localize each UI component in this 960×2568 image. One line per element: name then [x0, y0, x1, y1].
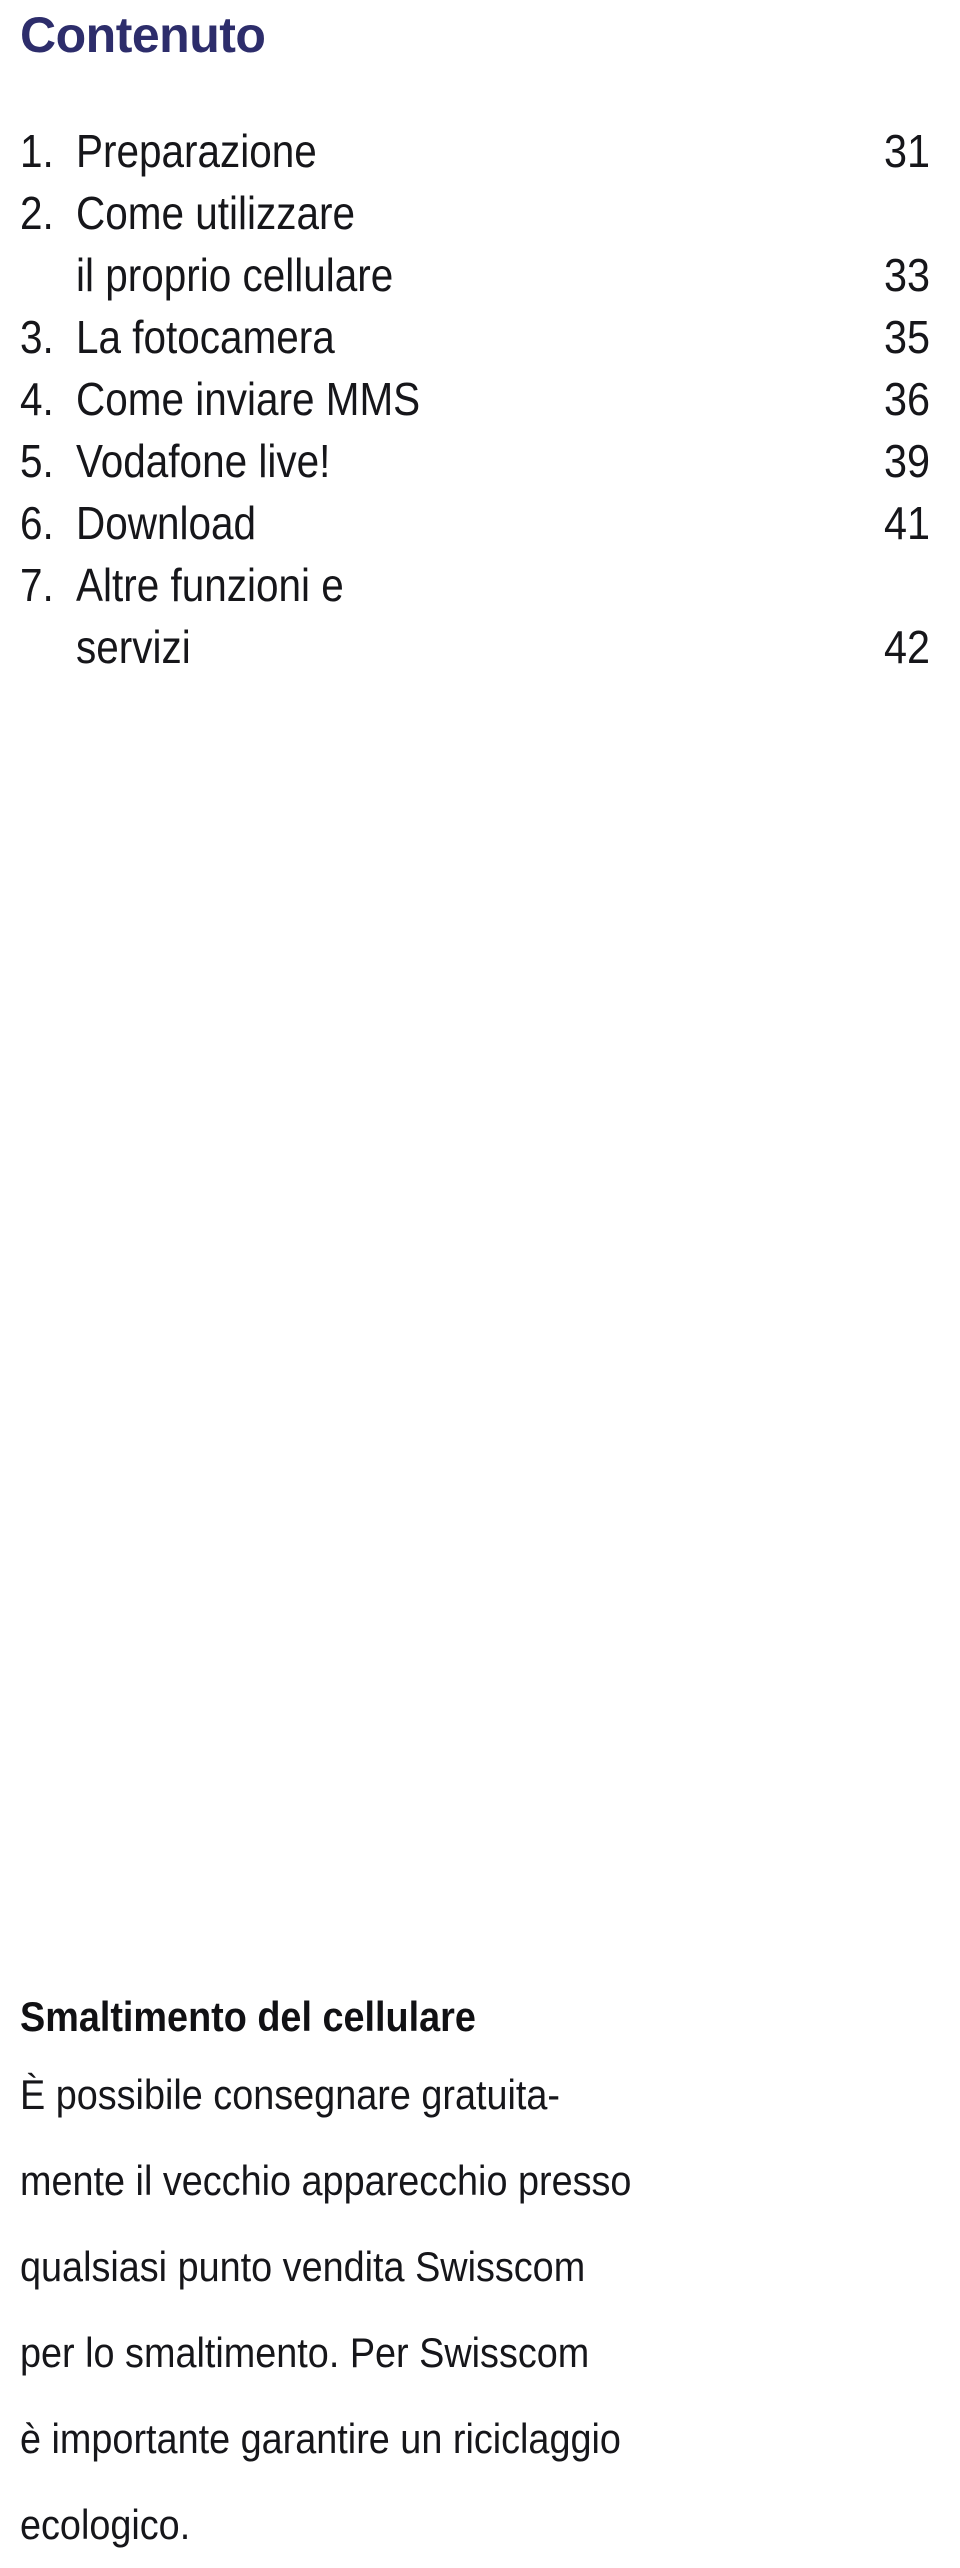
toc-entry[interactable]: 7. Altre funzioni e — [20, 556, 930, 618]
toc-entry-page: 41 — [883, 497, 930, 549]
disposal-paragraph-line: È possibile consegnare gratuita- — [20, 2071, 561, 2118]
toc-entry-label: servizi — [76, 621, 191, 673]
toc-entry-number: 6. — [20, 497, 54, 549]
toc-entry-label: La fotocamera — [76, 311, 335, 363]
toc-entry-label: Come utilizzare — [76, 187, 355, 239]
toc-entry[interactable]: 6. Download 41 — [20, 494, 930, 556]
toc-entry-page: 31 — [883, 125, 930, 177]
disposal-paragraph-line: mente il vecchio apparecchio presso — [20, 2157, 632, 2204]
toc-entry-label: Vodafone live! — [76, 435, 331, 487]
toc-entry-label: il proprio cellulare — [76, 249, 394, 301]
toc-entry-number: 4. — [20, 373, 54, 425]
toc-entry-continuation[interactable]: il proprio cellulare 33 — [20, 246, 930, 308]
toc-entry-number: 5. — [20, 435, 54, 487]
disposal-paragraph-line: è importante garantire un riciclaggio — [20, 2415, 621, 2462]
toc-entry[interactable]: 1. Preparazione 31 — [20, 122, 930, 184]
toc-entry-label: Altre funzioni e — [76, 559, 344, 611]
toc-entry-page: 33 — [883, 249, 930, 301]
toc-entry-label: Come inviare MMS — [76, 373, 421, 425]
toc-entry[interactable]: 3. La fotocamera 35 — [20, 308, 930, 370]
table-of-contents: 1. Preparazione 31 2. Come utilizzare il… — [20, 122, 930, 680]
disposal-paragraph-line: ecologico. — [20, 2501, 191, 2548]
page-title: Contenuto — [20, 7, 266, 63]
toc-entry[interactable]: 2. Come utilizzare — [20, 184, 930, 246]
toc-entry-page: 39 — [883, 435, 930, 487]
toc-entry-continuation[interactable]: servizi 42 — [20, 618, 930, 680]
document-page: Contenuto 1. Preparazione 31 2. Come uti… — [0, 0, 960, 2548]
toc-entry[interactable]: 5. Vodafone live! 39 — [20, 432, 930, 494]
toc-entry-number: 7. — [20, 559, 54, 611]
toc-entry-number: 1. — [20, 125, 54, 177]
disposal-heading: Smaltimento del cellulare — [20, 1993, 476, 2040]
toc-entry[interactable]: 4. Come inviare MMS 36 — [20, 370, 930, 432]
toc-entry-number: 2. — [20, 187, 54, 239]
toc-entry-number: 3. — [20, 311, 54, 363]
disposal-paragraph-line: qualsiasi punto vendita Swisscom — [20, 2243, 586, 2290]
disposal-paragraph-line: per lo smaltimento. Per Swisscom — [20, 2329, 590, 2376]
disposal-section: Smaltimento del cellulare È possibile co… — [20, 1982, 950, 2568]
toc-entry-label: Preparazione — [76, 125, 317, 177]
toc-entry-page: 42 — [883, 621, 930, 673]
toc-entry-label: Download — [76, 497, 257, 549]
toc-entry-page: 36 — [883, 373, 930, 425]
toc-entry-page: 35 — [883, 311, 930, 363]
